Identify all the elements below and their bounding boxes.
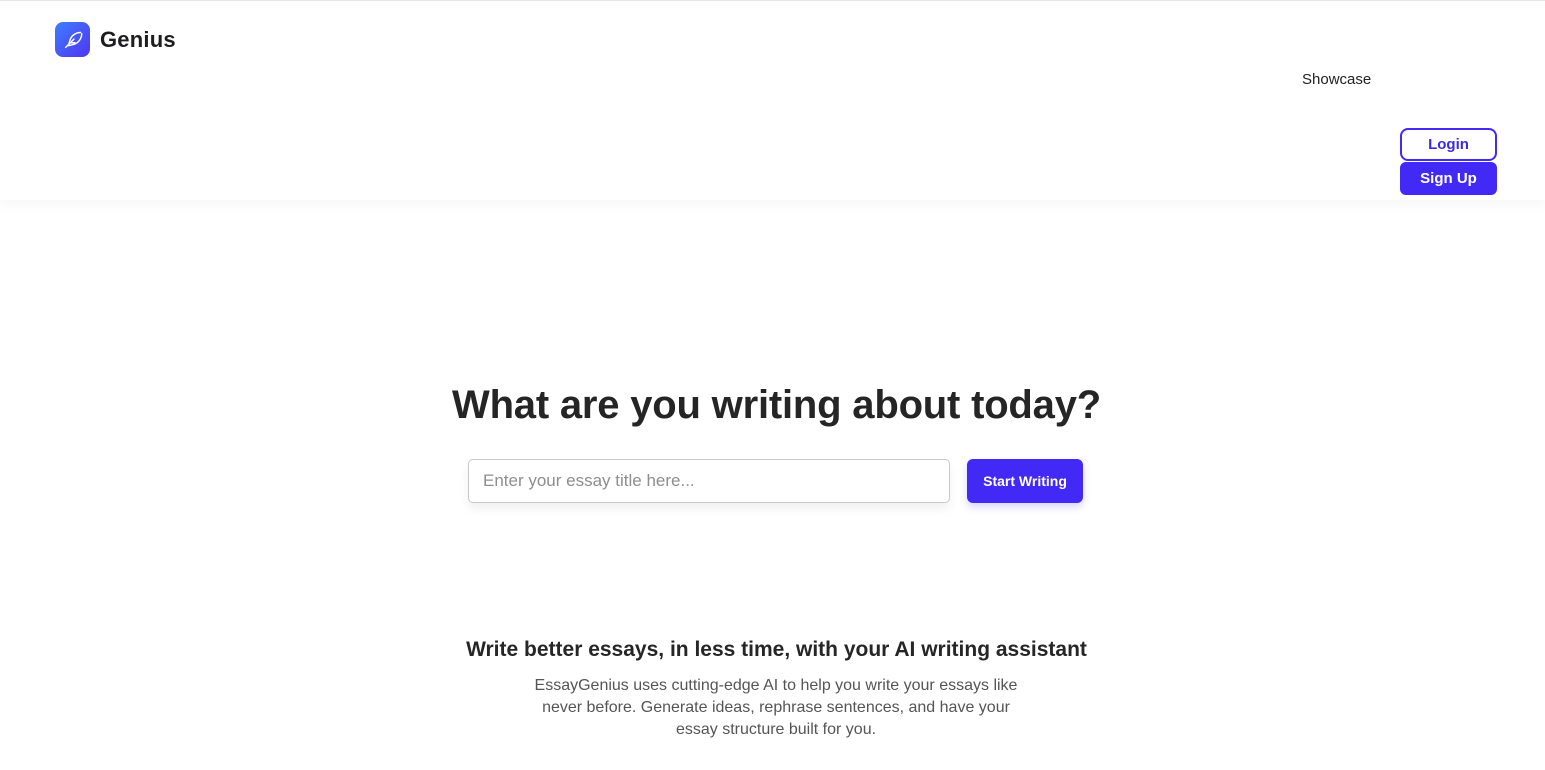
feather-icon (55, 22, 90, 57)
site-header: Genius Showcase Login Sign Up (0, 0, 1545, 200)
signup-button[interactable]: Sign Up (1400, 162, 1497, 195)
features-title: Write better essays, in less time, with … (466, 638, 1087, 661)
login-button[interactable]: Login (1400, 128, 1497, 161)
essay-title-input[interactable] (468, 459, 950, 503)
logo-link[interactable]: Genius (55, 22, 176, 57)
nav-link-showcase[interactable]: Showcase (1302, 71, 1371, 88)
logo-text: Genius (100, 26, 176, 52)
features-description: EssayGenius uses cutting-edge AI to help… (534, 677, 1018, 738)
hero-title: What are you writing about today? (452, 383, 1101, 427)
start-writing-button[interactable]: Start Writing (967, 459, 1083, 503)
